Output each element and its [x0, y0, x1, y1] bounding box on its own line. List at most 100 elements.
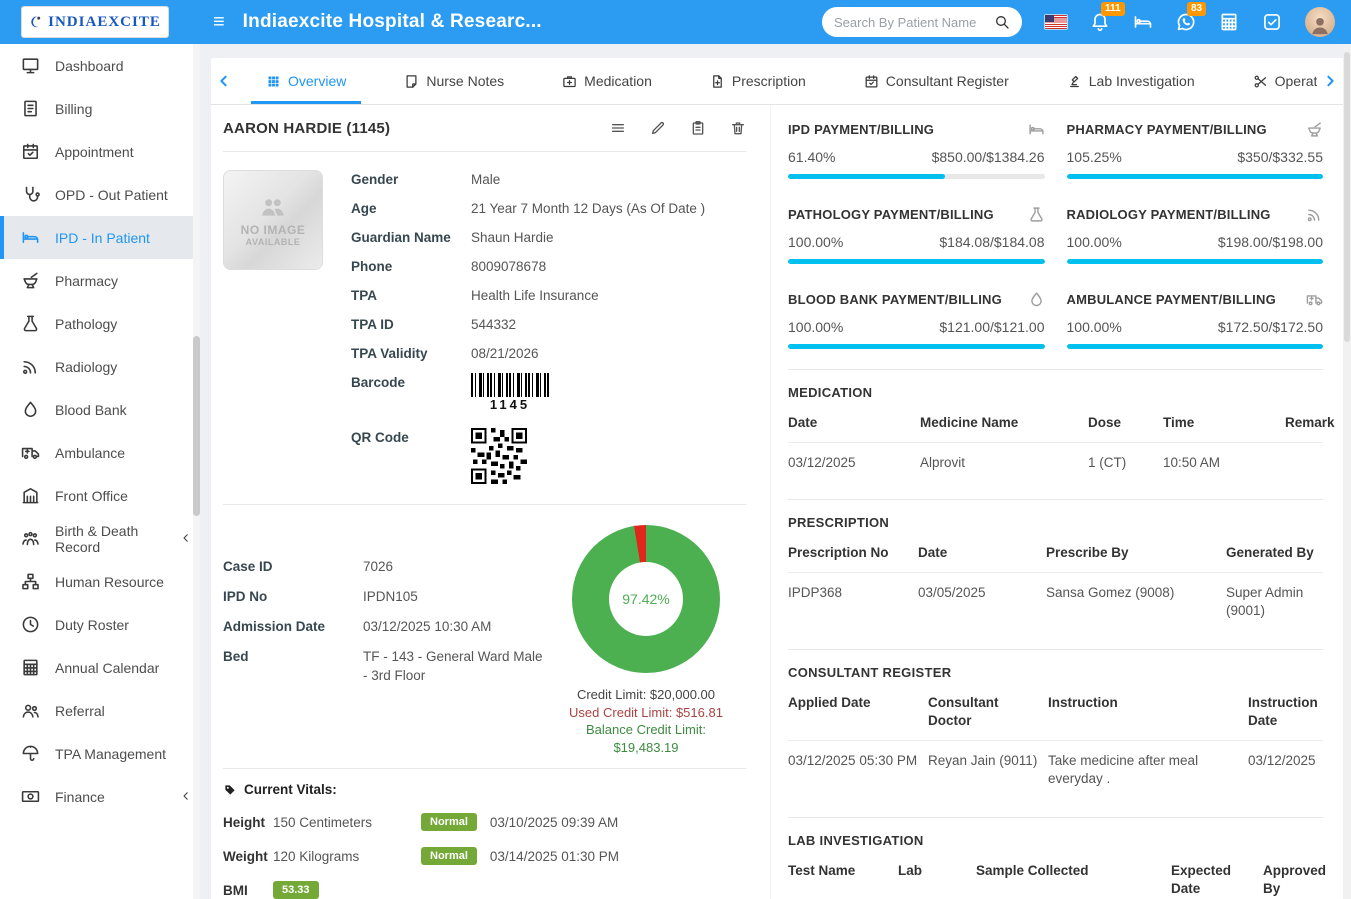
sidebar-item-finance[interactable]: Finance: [0, 775, 200, 818]
bed-icon: [1133, 12, 1153, 32]
vital-row-weight: Weight 120 Kilograms Normal 03/14/2025 0…: [223, 847, 746, 865]
patient-field-row: Gender Male: [351, 170, 746, 189]
tabs-scroll-left-button[interactable]: [211, 73, 237, 89]
sidebar-item-pathology[interactable]: Pathology: [0, 302, 200, 345]
sidebar-item-blood-bank[interactable]: Blood Bank: [0, 388, 200, 431]
sidebar-item-ipd-in-patient[interactable]: IPD - In Patient: [0, 216, 200, 259]
tab-label: Nurse Notes: [426, 73, 504, 89]
status-badge: Normal: [421, 813, 477, 831]
sidebar-item-label: Finance: [55, 789, 105, 805]
hamburger-menu-icon[interactable]: ≡: [213, 12, 225, 32]
bed-status-button[interactable]: [1133, 12, 1153, 32]
calendar-button[interactable]: [1219, 12, 1239, 32]
language-flag-icon[interactable]: [1045, 15, 1067, 29]
sidebar-scrollbar[interactable]: [193, 44, 200, 899]
sidebar-item-label: Appointment: [55, 144, 134, 160]
notifications-button[interactable]: 111: [1090, 12, 1110, 32]
main-scrollbar[interactable]: [1343, 44, 1351, 899]
tabs-scroll-right-button[interactable]: [1317, 73, 1343, 89]
delete-trash-icon[interactable]: [730, 120, 746, 136]
tag-icon: [223, 783, 237, 797]
overview-content: AARON HARDIE (1145) NO IMAGE AVAILABLE: [211, 105, 1343, 899]
case-field-row: IPD No IPDN105: [223, 587, 546, 606]
sidebar-item-human-resource[interactable]: Human Resource: [0, 560, 200, 603]
sidebar-item-radiology[interactable]: Radiology: [0, 345, 200, 388]
calendar-icon: [1219, 12, 1239, 32]
bed-icon: [21, 228, 40, 247]
tab-nurse-notes[interactable]: Nurse Notes: [375, 58, 533, 104]
sidebar-item-annual-calendar[interactable]: Annual Calendar: [0, 646, 200, 689]
grid-calendar-icon: [21, 658, 40, 677]
patient-search: [822, 7, 1022, 37]
card-amount: $172.50/$172.50: [1218, 319, 1323, 335]
status-badge: Normal: [421, 847, 477, 865]
sidebar-item-dashboard[interactable]: Dashboard: [0, 44, 200, 87]
card-amount: $350/$332.55: [1237, 149, 1323, 165]
tasks-button[interactable]: [1262, 12, 1282, 32]
calendar-check-icon: [21, 142, 40, 161]
sidebar-item-front-office[interactable]: Front Office: [0, 474, 200, 517]
sidebar-item-label: TPA Management: [55, 746, 166, 762]
sidebar-item-billing[interactable]: Billing: [0, 87, 200, 130]
main-scrollbar-thumb[interactable]: [1344, 52, 1350, 342]
tab-medication[interactable]: Medication: [533, 58, 681, 104]
chevron-left-icon: [180, 531, 192, 547]
sidebar-item-ambulance[interactable]: Ambulance: [0, 431, 200, 474]
card-title: AMBULANCE PAYMENT/BILLING: [1067, 292, 1276, 307]
users-icon: [21, 701, 40, 720]
sidebar-item-appointment[interactable]: Appointment: [0, 130, 200, 173]
crowd-icon: [21, 529, 40, 548]
user-avatar[interactable]: [1305, 7, 1335, 37]
vital-row-height: Height 150 Centimeters Normal 03/10/2025…: [223, 813, 746, 831]
tab-label: Medication: [584, 73, 652, 89]
sidebar-item-pharmacy[interactable]: Pharmacy: [0, 259, 200, 302]
tab-overview[interactable]: Overview: [237, 58, 375, 104]
tab-consultant-register[interactable]: Consultant Register: [835, 58, 1038, 104]
card-percent: 61.40%: [788, 149, 835, 165]
case-field-row: Case ID 7026: [223, 557, 546, 576]
card-title: RADIOLOGY PAYMENT/BILLING: [1067, 207, 1271, 222]
no-image-text: NO IMAGE: [241, 223, 306, 237]
search-icon[interactable]: [994, 14, 1010, 30]
table-row: 03/12/2025 05:30 PMReyan Jain (9011)Take…: [788, 741, 1323, 788]
sidebar-item-tpa-management[interactable]: TPA Management: [0, 732, 200, 775]
balance-credit-amount: $19,483.19: [569, 739, 723, 757]
sidebar-item-label: OPD - Out Patient: [55, 187, 168, 203]
sidebar-item-label: Ambulance: [55, 445, 125, 461]
microscope-icon: [1067, 74, 1082, 89]
billing-card-blood: BLOOD BANK PAYMENT/BILLING 100.00% $121.…: [788, 291, 1045, 349]
edit-pencil-icon[interactable]: [650, 120, 666, 136]
invoice-icon: [21, 99, 40, 118]
list-menu-icon[interactable]: [610, 120, 626, 136]
payment-progressbar: [1067, 174, 1324, 179]
tab-label: Prescription: [732, 73, 806, 89]
patient-fields: Gender MaleAge 21 Year 7 Month 12 Days (…: [351, 170, 746, 494]
billing-cards: IPD PAYMENT/BILLING 61.40% $850.00/$1384…: [788, 109, 1323, 369]
tab-label: Consultant Register: [886, 73, 1009, 89]
sidebar-scrollbar-thumb[interactable]: [193, 336, 200, 516]
sidebar-item-opd-out-patient[interactable]: OPD - Out Patient: [0, 173, 200, 216]
barcode-label: Barcode: [351, 373, 471, 414]
calendar-check-icon: [864, 74, 879, 89]
whatsapp-button[interactable]: 83: [1176, 12, 1196, 32]
sidebar-item-label: Birth & Death Record: [55, 523, 165, 555]
tab-lab-investigation[interactable]: Lab Investigation: [1038, 58, 1224, 104]
tab-operations[interactable]: Operations: [1224, 58, 1317, 104]
sitemap-icon: [21, 572, 40, 591]
brand-logo[interactable]: INDIAEXCITE: [21, 6, 169, 38]
prescription-section: PRESCRIPTION Prescription NoDatePrescrib…: [788, 499, 1323, 633]
search-input[interactable]: [834, 15, 986, 30]
sidebar-item-referral[interactable]: Referral: [0, 689, 200, 732]
sidebar-item-label: Blood Bank: [55, 402, 127, 418]
sidebar-item-duty-roster[interactable]: Duty Roster: [0, 603, 200, 646]
payment-progressbar: [1067, 344, 1324, 349]
clipboard-icon[interactable]: [690, 120, 706, 136]
billing-card-ipd: IPD PAYMENT/BILLING 61.40% $850.00/$1384…: [788, 121, 1045, 179]
sidebar-item-label: Front Office: [55, 488, 128, 504]
card-title: IPD PAYMENT/BILLING: [788, 122, 934, 137]
card-percent: 100.00%: [1067, 319, 1122, 335]
sidebar-item-label: Annual Calendar: [55, 660, 159, 676]
card-title: BLOOD BANK PAYMENT/BILLING: [788, 292, 1002, 307]
tab-prescription[interactable]: Prescription: [681, 58, 835, 104]
sidebar-item-birth-death-record[interactable]: Birth & Death Record: [0, 517, 200, 560]
